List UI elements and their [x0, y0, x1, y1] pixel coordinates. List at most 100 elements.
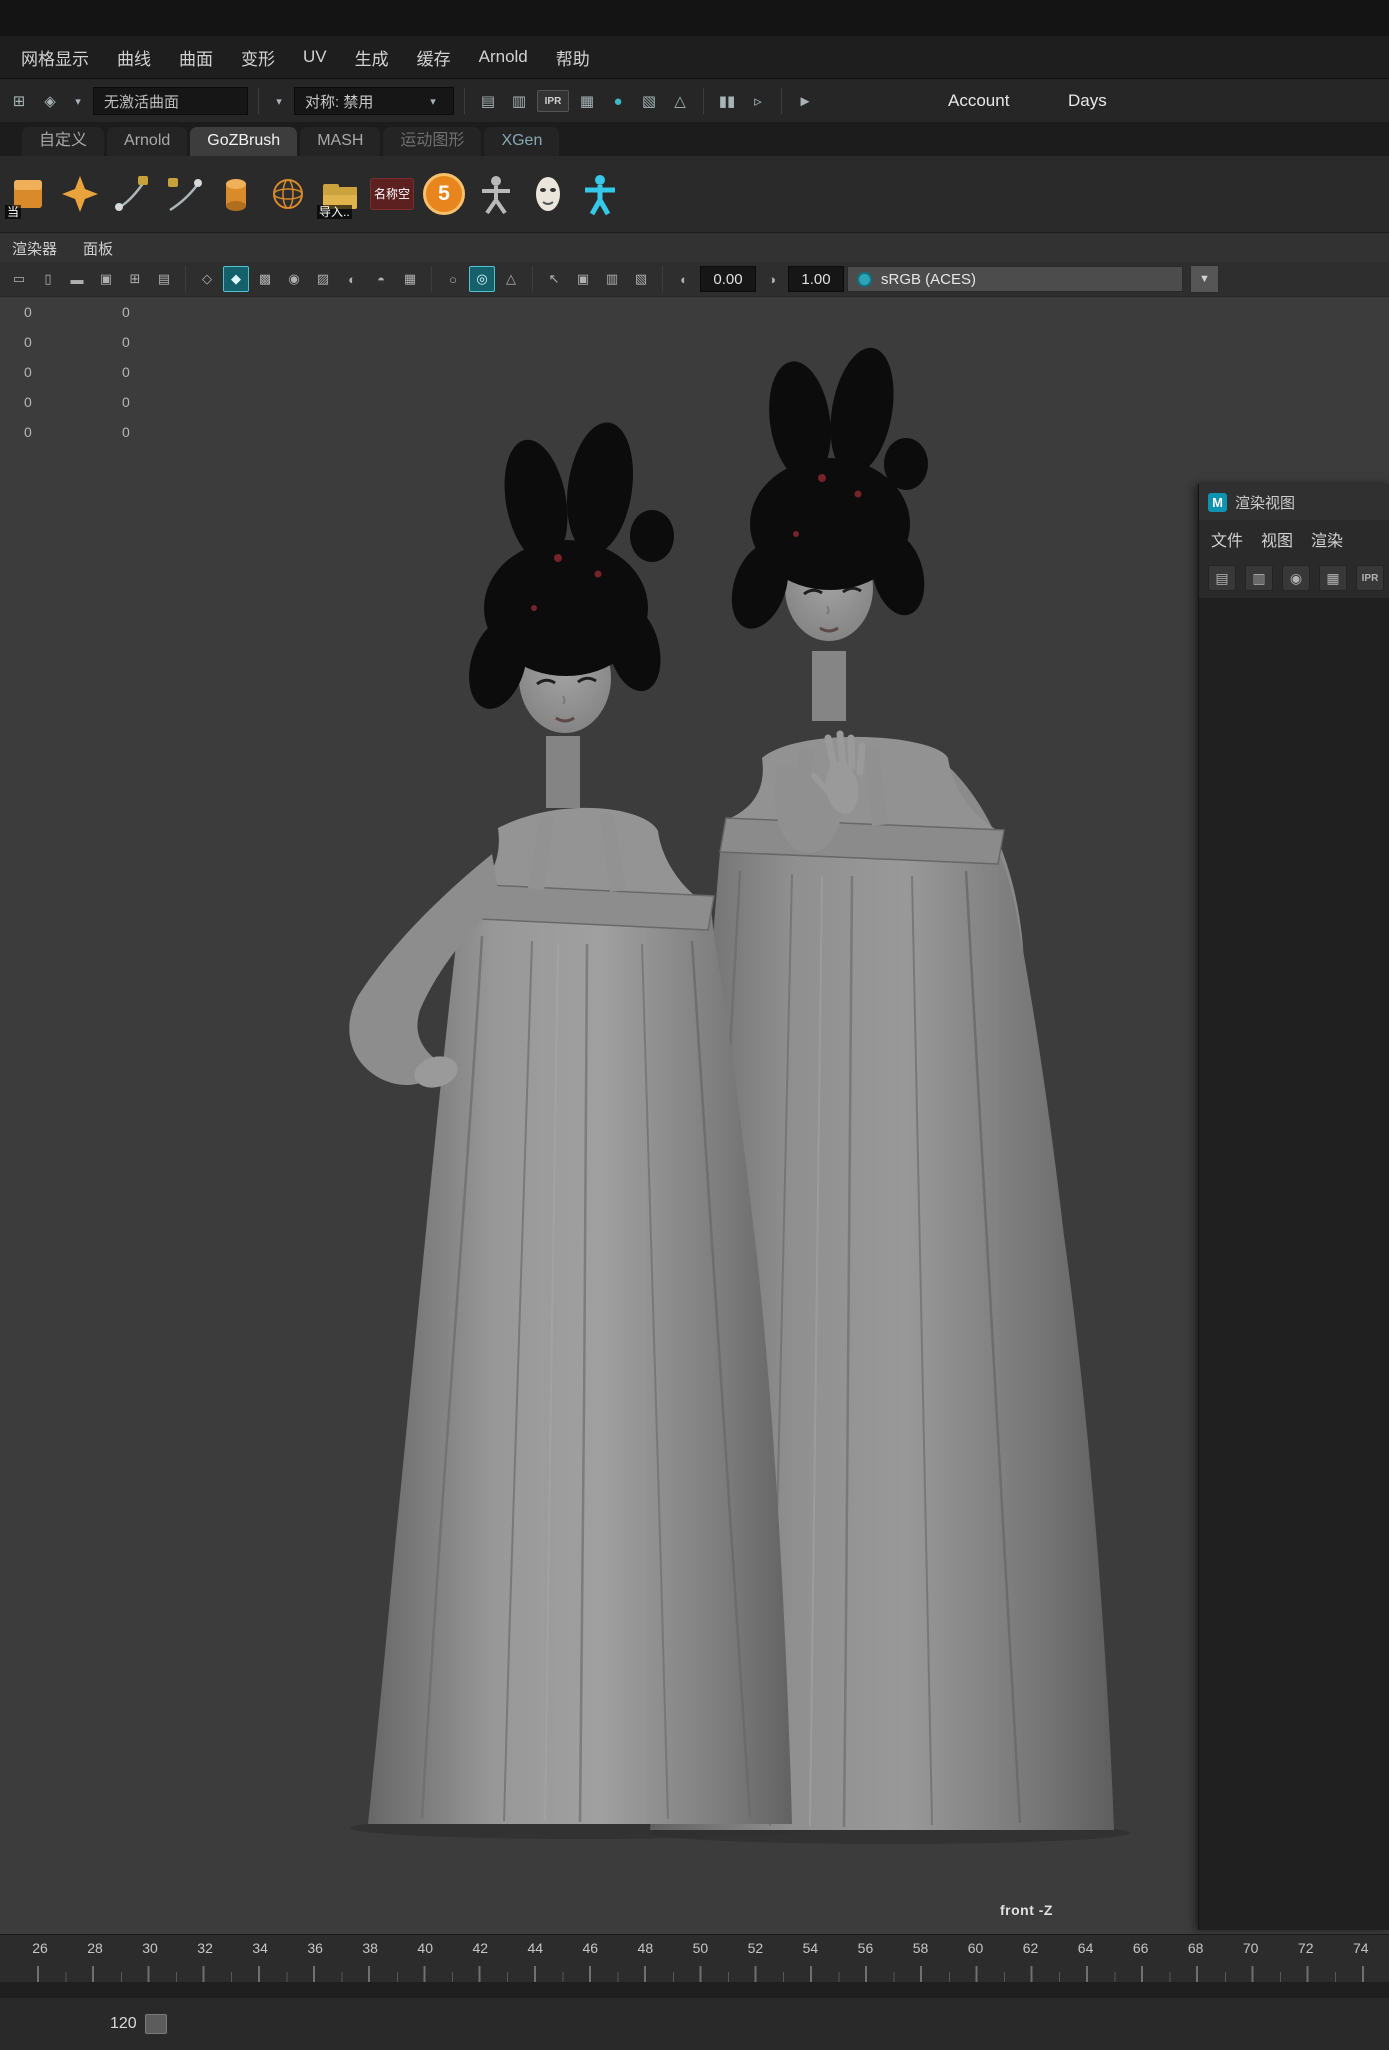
render-view-icon[interactable]: ● [605, 88, 631, 114]
menu-help[interactable]: 帮助 [543, 41, 603, 74]
exposure-field[interactable]: 0.00 [700, 266, 756, 292]
gamma-icon[interactable]: ◑ [759, 266, 785, 292]
play-icon[interactable]: ► [792, 88, 818, 114]
isolate-select-icon[interactable]: ○ [440, 266, 466, 292]
panel-menu-renderer[interactable]: 渲染器 [12, 238, 57, 259]
menu-uv[interactable]: UV [290, 43, 340, 71]
exposure-icon[interactable]: ◐ [671, 266, 697, 292]
divider [532, 266, 533, 292]
menu-generate[interactable]: 生成 [342, 41, 402, 74]
grid-toggle-icon[interactable]: ⊞ [122, 266, 148, 292]
timeline-frame-label: 64 [1077, 1940, 1094, 1956]
pause-icon[interactable]: ▮▮ [714, 88, 740, 114]
split-view-icon[interactable]: ▥ [599, 266, 625, 292]
panel-menu-panels[interactable]: 面板 [83, 238, 113, 259]
shelf-character-button[interactable] [470, 166, 522, 222]
render-view-menu-file[interactable]: 文件 [1211, 527, 1243, 551]
render-options-icon[interactable]: ▦ [1319, 565, 1347, 591]
colorspace-expand-button[interactable]: ▼ [1190, 265, 1219, 293]
panel-layout-icon[interactable]: ▣ [570, 266, 596, 292]
smooth-shade-icon[interactable]: ◆ [223, 266, 249, 292]
shelf-sparkle-button[interactable] [54, 166, 106, 222]
shelf-wire-sphere-button[interactable] [262, 166, 314, 222]
render-current-frame-icon[interactable]: ▤ [475, 88, 501, 114]
shelf-tab-custom[interactable]: 自定义 [22, 127, 105, 156]
shelf-curve-pin-button[interactable] [106, 166, 158, 222]
default-light-icon[interactable]: △ [498, 266, 524, 292]
menu-surfaces[interactable]: 曲面 [166, 41, 226, 74]
account-link[interactable]: Account [948, 91, 1009, 111]
anti-aliasing-icon[interactable]: ▦ [397, 266, 423, 292]
use-all-lights-icon[interactable]: ◉ [281, 266, 307, 292]
render-view-window[interactable]: M 渲染视图 文件 视图 渲染 ▤ ▥ ◉ ▦ IPR [1198, 484, 1389, 1930]
xray-icon[interactable]: ◎ [469, 266, 495, 292]
snap-to-curve-icon[interactable]: ◈ [37, 88, 63, 114]
texture-view-icon[interactable]: ▧ [628, 266, 654, 292]
shelf-tab-xgen[interactable]: XGen [484, 127, 560, 156]
shelf-tab-mash[interactable]: MASH [300, 127, 381, 156]
resolution-gate-icon[interactable]: ▯ [35, 266, 61, 292]
viewport[interactable]: ▭ ▯ ▬ ▣ ⊞ ▤ ◇ ◆ ▩ ◉ ▨ ◐ ◓ ▦ ○ ◎ △ ↖ ▣ ▥ … [0, 262, 1389, 1934]
snapshot-icon[interactable]: ◉ [1282, 565, 1310, 591]
menu-arnold[interactable]: Arnold [466, 43, 541, 71]
render-view-menu-render[interactable]: 渲染 [1311, 527, 1343, 551]
shelf-five-button[interactable]: 5 [418, 166, 470, 222]
history-chevron-icon[interactable]: ▾ [269, 88, 289, 114]
menu-curves[interactable]: 曲线 [104, 41, 164, 74]
timeline-frame-label: 60 [967, 1940, 984, 1956]
timeline-frame-label: 66 [1132, 1940, 1149, 1956]
shadows-icon[interactable]: ▨ [310, 266, 336, 292]
step-forward-icon[interactable]: ▹ [745, 88, 771, 114]
shelf-tab-arnold[interactable]: Arnold [107, 127, 188, 156]
days-link[interactable]: Days [1068, 91, 1107, 111]
render-region-icon[interactable]: ▥ [506, 88, 532, 114]
shelf-tab-gozbrush[interactable]: GoZBrush [190, 127, 298, 156]
ipr-render-icon[interactable]: IPR [537, 90, 569, 112]
safe-area-icon[interactable]: ▣ [93, 266, 119, 292]
shelf-poly-cylinder-button[interactable] [210, 166, 262, 222]
shelf-curve-lock-button[interactable] [158, 166, 210, 222]
shelf-tab-motion-graphics[interactable]: 运动图形 [383, 127, 482, 156]
film-gate-icon[interactable]: ▭ [6, 266, 32, 292]
render-view-image-area[interactable] [1199, 598, 1389, 1930]
symmetry-dropdown[interactable]: 对称: 禁用 ▾ [294, 87, 454, 115]
range-handle[interactable] [144, 2014, 167, 2034]
textured-icon[interactable]: ▩ [252, 266, 278, 292]
timeline-frame-label: 28 [87, 1940, 103, 1956]
gamma-field[interactable]: 1.00 [788, 266, 844, 292]
ambient-occlusion-icon[interactable]: ◐ [339, 266, 365, 292]
render-settings-icon[interactable]: ▦ [574, 88, 600, 114]
menu-cache[interactable]: 缓存 [404, 41, 464, 74]
render-view-titlebar[interactable]: M 渲染视图 [1199, 484, 1389, 520]
timeline-frame-label: 44 [527, 1940, 544, 1956]
redo-render-icon[interactable]: ▤ [1208, 565, 1236, 591]
shelf-mask-button[interactable] [522, 166, 574, 222]
render-view-menu-view[interactable]: 视图 [1261, 527, 1293, 551]
timeline-frame-label: 48 [637, 1940, 654, 1956]
snap-options-chevron-icon[interactable]: ▾ [68, 88, 88, 114]
menu-mesh-display[interactable]: 网格显示 [8, 41, 102, 74]
camera-attributes-icon[interactable]: ▤ [151, 266, 177, 292]
neck [812, 651, 846, 721]
ipr-render-icon[interactable]: IPR [1356, 565, 1384, 591]
viewport-canvas[interactable] [0, 296, 1198, 1934]
gate-mask-icon[interactable]: ▬ [64, 266, 90, 292]
shelf-tpose-button[interactable] [574, 166, 626, 222]
active-surface-field[interactable]: 无激活曲面 [93, 87, 248, 115]
select-arrow-icon[interactable]: ↖ [541, 266, 567, 292]
end-frame-field[interactable]: 120 [110, 2015, 137, 2033]
hypershade-icon[interactable]: ▧ [636, 88, 662, 114]
shelf-poly-tool-button[interactable]: 当 [2, 166, 54, 222]
snap-to-grid-icon[interactable]: ⊞ [6, 88, 32, 114]
shelf-namespace-button[interactable]: 名称空 [366, 166, 418, 222]
maya-window: 网格显示 曲线 曲面 变形 UV 生成 缓存 Arnold 帮助 ⊞ ◈ ▾ 无… [0, 0, 1389, 2050]
motion-blur-icon[interactable]: ◓ [368, 266, 394, 292]
render-region-icon[interactable]: ▥ [1245, 565, 1273, 591]
colorspace-dropdown[interactable]: sRGB (ACES) [847, 266, 1183, 292]
shelf-import-button[interactable]: 导入.. [314, 166, 366, 222]
time-slider[interactable]: 26 28 30 32 34 36 38 40 42 44 46 48 50 5… [0, 1934, 1389, 1983]
light-editor-icon[interactable]: △ [667, 88, 693, 114]
timeline-frame-label: 56 [857, 1940, 874, 1956]
menu-deform[interactable]: 变形 [228, 41, 288, 74]
wireframe-icon[interactable]: ◇ [194, 266, 220, 292]
